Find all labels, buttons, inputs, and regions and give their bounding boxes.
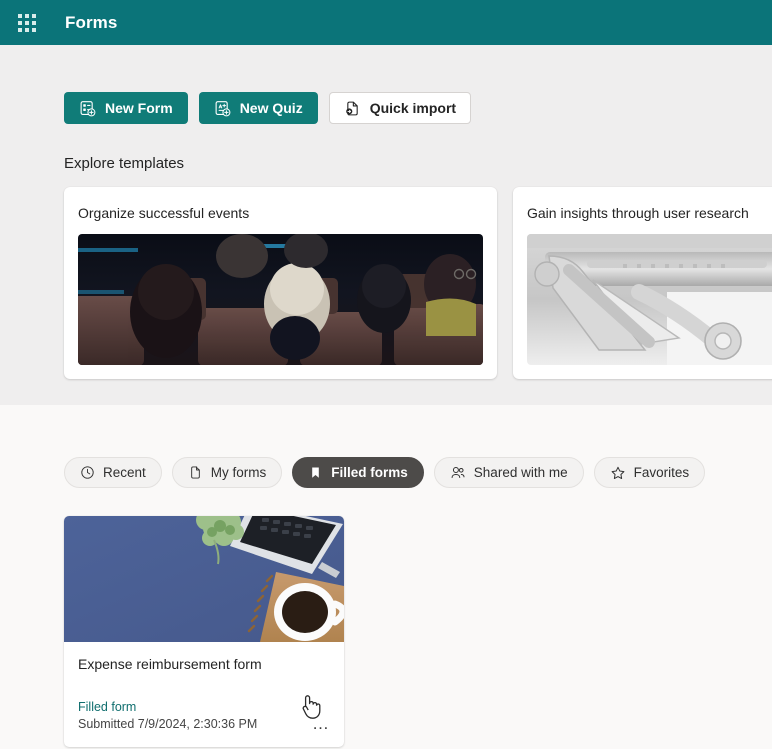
forms-region: Recent My forms Filled forms Shared with… (0, 405, 772, 749)
pivot-recent[interactable]: Recent (64, 457, 162, 488)
explore-templates-heading: Explore templates (64, 155, 185, 172)
new-quiz-button[interactable]: New Quiz (198, 92, 318, 124)
action-button-row: New Form New Quiz Quick import (0, 45, 772, 124)
templates-region: New Form New Quiz Quick import Explore t… (0, 45, 772, 405)
desk-with-laptop-coffee-photo (64, 516, 344, 642)
form-card-submitted: Submitted 7/9/2024, 2:30:36 PM (78, 717, 258, 731)
pivot-favorites[interactable]: Favorites (593, 457, 706, 488)
new-form-label: New Form (105, 100, 173, 116)
pivot-shared-with-me[interactable]: Shared with me (433, 457, 584, 488)
pivot-label: Shared with me (473, 465, 568, 480)
form-card-list: Expense reimbursement form Filled form S… (0, 488, 772, 747)
new-form-icon (79, 100, 96, 117)
template-card-title: Organize successful events (78, 205, 250, 221)
app-title: Forms (65, 12, 118, 32)
pivot-label: Recent (103, 465, 146, 480)
people-icon (450, 465, 466, 481)
waffle-grid-icon[interactable] (12, 8, 42, 38)
form-card-overflow-menu-button[interactable]: … (312, 715, 330, 732)
bookmark-icon (308, 465, 323, 480)
template-card-events[interactable]: Organize successful events (64, 187, 497, 379)
clock-icon (80, 465, 95, 480)
3d-printed-part-photo (527, 234, 772, 365)
form-card-status: Filled form (78, 700, 137, 714)
quick-import-label: Quick import (369, 100, 457, 116)
filter-pivot-row: Recent My forms Filled forms Shared with… (0, 405, 772, 488)
auditorium-audience-photo (78, 234, 483, 365)
import-document-icon (344, 100, 361, 117)
pivot-label: My forms (210, 465, 267, 480)
pivot-my-forms[interactable]: My forms (171, 457, 283, 488)
pivot-label: Filled forms (331, 465, 408, 480)
waffle-grid-glyph (18, 13, 36, 32)
quick-import-button[interactable]: Quick import (328, 92, 472, 124)
form-card-body: Expense reimbursement form Filled form S… (64, 642, 344, 747)
new-quiz-icon (214, 100, 231, 117)
app-header: Forms (0, 0, 772, 45)
new-quiz-label: New Quiz (239, 100, 303, 116)
new-form-button[interactable]: New Form (64, 92, 188, 124)
star-icon (610, 465, 626, 481)
form-card[interactable]: Expense reimbursement form Filled form S… (64, 516, 344, 747)
template-card-research[interactable]: Gain insights through user research (513, 187, 772, 379)
pivot-label: Favorites (633, 465, 690, 480)
template-card-list: Organize successful events Gain insights… (0, 172, 772, 379)
form-card-title: Expense reimbursement form (78, 656, 262, 672)
template-card-title: Gain insights through user research (527, 205, 749, 221)
pivot-filled-forms[interactable]: Filled forms (292, 457, 424, 488)
document-icon (188, 465, 203, 480)
